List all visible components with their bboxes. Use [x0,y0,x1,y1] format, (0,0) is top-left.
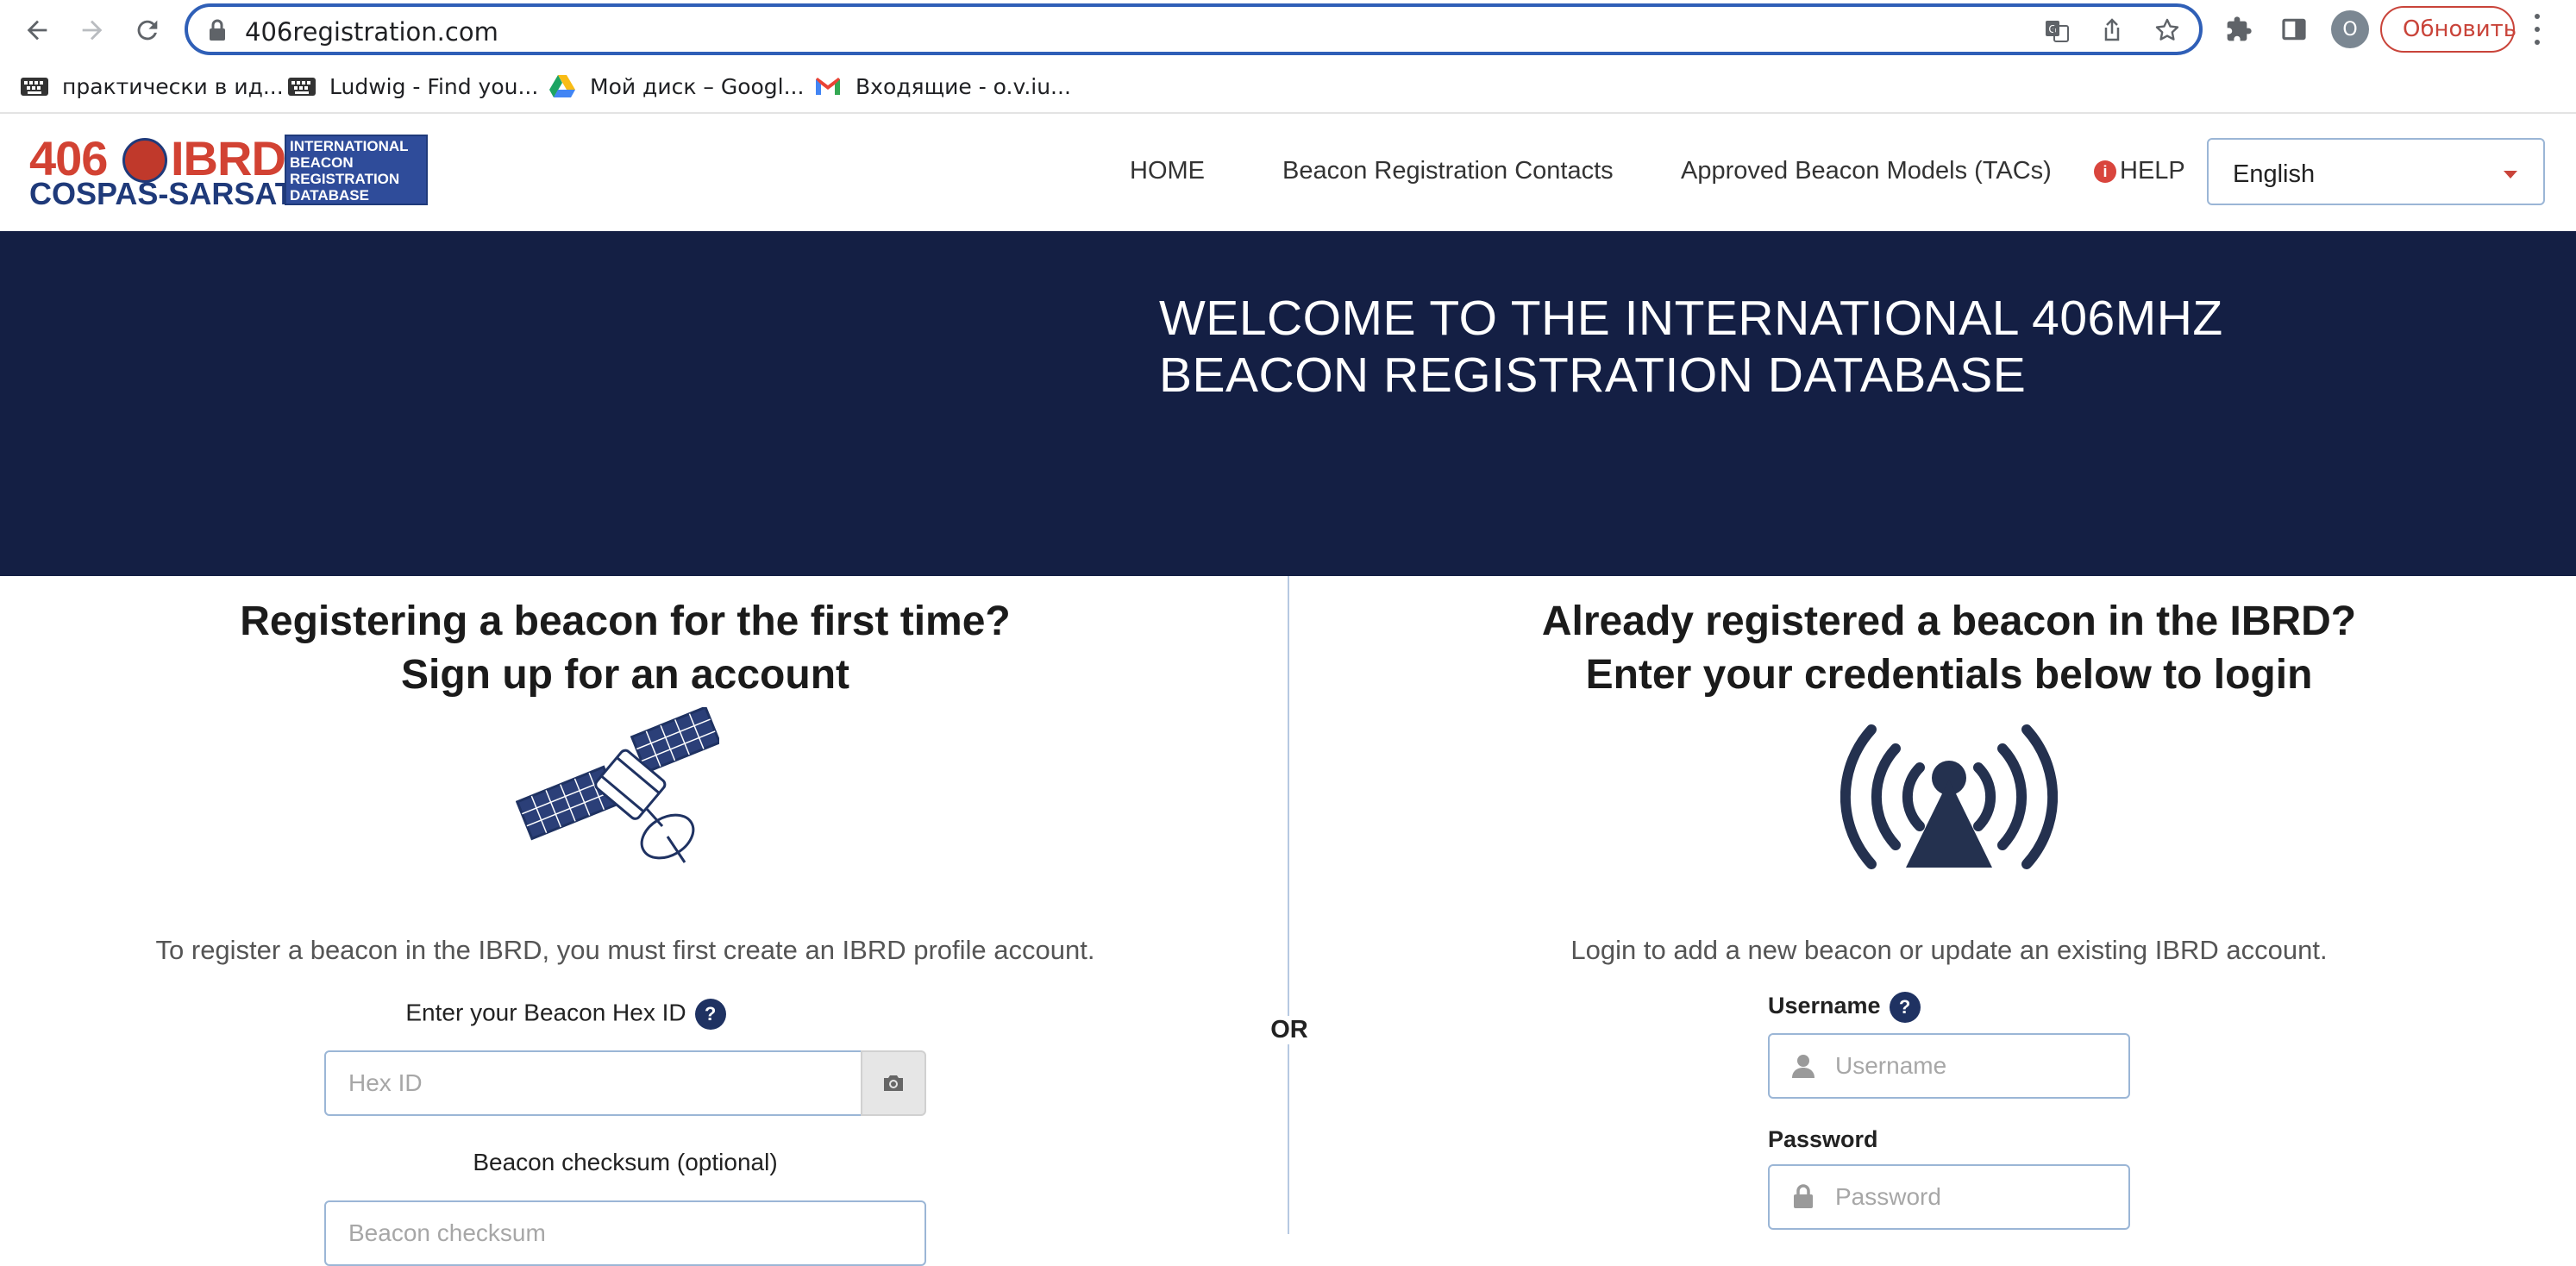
column-divider [1288,576,1289,1234]
welcome-banner: WELCOME TO THE INTERNATIONAL 406MHZ BEAC… [0,231,2576,576]
lock-icon [1794,1184,1813,1208]
password-label: Password [1768,1126,1878,1152]
forward-icon[interactable] [74,12,110,48]
chevron-down-icon [2504,171,2517,179]
language-select[interactable]: English [2207,138,2545,205]
hex-id-label: Enter your Beacon Hex ID? [324,999,807,1030]
profile-avatar[interactable]: O [2331,10,2369,48]
username-label: Username? [1768,992,1921,1023]
signup-title: Registering a beacon for the first time?… [240,599,1011,698]
camera-scan-button[interactable] [861,1050,926,1116]
username-input[interactable] [1768,1033,2130,1099]
beacon-signal-icon [1840,724,2058,869]
hex-id-input[interactable] [324,1050,862,1116]
share-icon[interactable] [2099,17,2125,43]
bookmark-item[interactable]: Ludwig - Find you... [286,71,538,102]
checksum-label: Beacon checksum (optional) [473,1149,778,1175]
gmail-icon [812,73,843,99]
more-menu-icon[interactable] [2529,10,2546,48]
site-header: 406 IBRD COSPAS-SARSAT INTERNATIONAL BEA… [0,116,2576,231]
checksum-input[interactable] [324,1200,926,1266]
help-question-icon[interactable]: ? [1889,992,1921,1023]
user-icon [1792,1055,1814,1078]
google-drive-icon [547,73,578,99]
welcome-title: WELCOME TO THE INTERNATIONAL 406MHZ BEAC… [1159,291,2223,403]
bookmark-item[interactable]: Входящие - o.v.iu... [812,71,1071,102]
or-separator: OR [1268,1016,1311,1044]
bookmark-item[interactable]: Мой диск – Googl... [547,71,804,102]
login-lead-text: Login to add a new beacon or update an e… [1570,935,2328,965]
ibrd-logo[interactable]: 406 IBRD COSPAS-SARSAT INTERNATIONAL BEA… [29,135,428,210]
logo-box: INTERNATIONAL BEACON REGISTRATION DATABA… [285,135,428,205]
lock-icon [210,19,225,41]
translate-icon[interactable]: G [2044,17,2070,43]
help-question-icon[interactable]: ? [694,999,726,1030]
login-title: Already registered a beacon in the IBRD?… [1541,599,2357,698]
side-panel-icon[interactable] [2277,12,2311,47]
reload-icon[interactable] [129,12,166,48]
nav-help[interactable]: i HELP [2094,157,2185,185]
keyboard-icon [286,73,317,99]
browser-toolbar: 406registration.com G O Обновить [0,0,2576,60]
back-icon[interactable] [19,12,55,48]
bookmark-star-icon[interactable] [2154,17,2180,43]
update-browser-button[interactable]: Обновить [2380,6,2516,53]
satellite-icon [516,707,719,863]
nav-beacon-registration-contacts[interactable]: Beacon Registration Contacts [1282,157,1614,185]
bookmark-item[interactable]: практически в ид... [19,71,284,102]
address-bar[interactable]: 406registration.com G [185,3,2203,55]
nav-approved-beacon-models[interactable]: Approved Beacon Models (TACs) [1681,157,2052,185]
url-text[interactable]: 406registration.com [245,17,498,47]
extensions-icon[interactable] [2222,12,2256,47]
username-field [1768,1033,2130,1099]
password-field [1768,1164,2130,1230]
camera-icon [884,1075,903,1091]
password-input[interactable] [1768,1164,2130,1230]
info-icon: i [2094,160,2116,183]
nav-home[interactable]: HOME [1130,157,1205,185]
bookmarks-bar: практически в ид... Ludwig - Find you...… [0,60,2576,114]
signup-lead-text: To register a beacon in the IBRD, you mu… [155,935,1095,965]
keyboard-icon [19,73,50,99]
